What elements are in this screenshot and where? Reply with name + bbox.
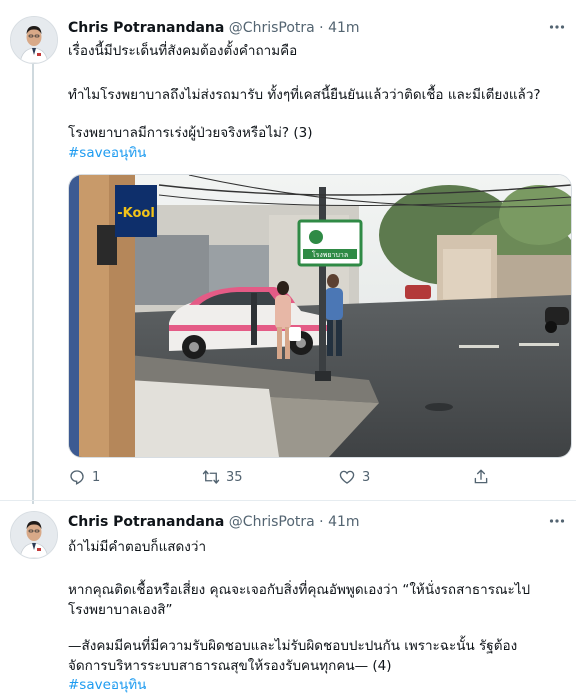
share-icon (474, 469, 488, 484)
hospital-sign-text: โรงพยาบาล (312, 250, 348, 259)
tweet-text-line: เรื่องนี้มีประเด็นที่สังคมต้องตั้งคำถามค… (68, 43, 298, 59)
avatar-photo (11, 17, 57, 63)
retweet-icon (202, 470, 220, 484)
street-photo: โรงพยาบาล -Kool (69, 175, 571, 457)
hashtag-link[interactable]: #saveอนุทิน (68, 676, 146, 694)
more-dots-icon (549, 25, 565, 29)
tweet-header: Chris Potranandana @ChrisPotra · 41m (68, 514, 360, 530)
header-separator: · (319, 20, 324, 36)
retweet-count: 35 (226, 469, 243, 485)
author-name[interactable]: Chris Potranandana (68, 514, 224, 530)
tweet-text-line: หากคุณติดเชื้อหรือเสี่ยง คุณจะเจอกับสิ่ง… (68, 582, 531, 598)
share-button[interactable] (472, 468, 490, 486)
tweet-timestamp[interactable]: 41m (328, 20, 359, 36)
author-name[interactable]: Chris Potranandana (68, 20, 224, 36)
like-button[interactable]: 3 (338, 468, 370, 486)
reply-button[interactable]: 1 (68, 468, 100, 486)
tweet-photo[interactable]: โรงพยาบาล -Kool (68, 174, 572, 458)
tweet-text-line: —สังคมมีคนที่มีความรับผิดชอบและไม่รับผิด… (68, 638, 518, 654)
avatar-photo (11, 512, 57, 558)
hashtag-link[interactable]: #saveอนุทิน (68, 144, 146, 162)
like-count: 3 (362, 469, 371, 485)
more-dots-icon (549, 519, 565, 523)
author-handle[interactable]: @ChrisPotra (229, 514, 315, 530)
reply-icon (70, 470, 84, 485)
more-options-button[interactable] (548, 512, 566, 534)
tweet-text-line: จัดการบริหารระบบสาธารณสุขให้รองรับคนทุกค… (68, 658, 392, 674)
heart-icon (339, 470, 355, 484)
tweet-timestamp[interactable]: 41m (328, 514, 359, 530)
tweet-header: Chris Potranandana @ChrisPotra · 41m (68, 20, 360, 36)
header-separator: · (319, 514, 324, 530)
tweet-1[interactable]: Chris Potranandana @ChrisPotra · 41m เรื… (0, 0, 576, 500)
tweet-text-line: ถ้าไม่มีคำตอบก็แสดงว่า (68, 539, 207, 555)
retweet-button[interactable]: 35 (202, 468, 243, 486)
tweet-2[interactable]: Chris Potranandana @ChrisPotra · 41m ถ้า… (0, 501, 576, 696)
shop-sign-text: -Kool (117, 206, 155, 221)
more-options-button[interactable] (548, 18, 566, 40)
tweet-text-line: โรงพยาบาลมีการเร่งผู้ป่วยจริงหรือไม่? (3… (68, 125, 313, 141)
tweet-actions: 1 35 3 (68, 468, 488, 490)
avatar[interactable] (10, 511, 58, 559)
author-handle[interactable]: @ChrisPotra (229, 20, 315, 36)
tweet-text-line: ทำไมโรงพยาบาลถึงไม่ส่งรถมารับ ทั้งๆที่เค… (68, 87, 541, 103)
avatar[interactable] (10, 16, 58, 64)
tweet-text-line: โรงพยาบาลเองสิ” (68, 602, 173, 618)
reply-count: 1 (92, 469, 101, 485)
